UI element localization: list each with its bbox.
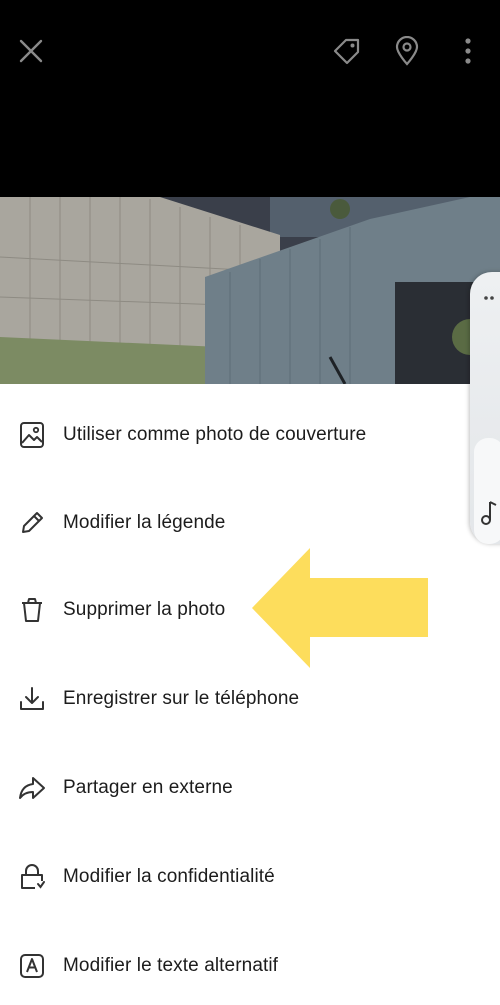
more-vertical-icon[interactable]	[451, 34, 485, 68]
menu-item-alt-text[interactable]: Modifier le texte alternatif	[0, 936, 470, 996]
close-icon[interactable]	[14, 34, 48, 68]
menu-item-share-external[interactable]: Partager en externe	[0, 758, 470, 818]
menu-item-label: Partager en externe	[63, 777, 233, 798]
options-sheet: Utiliser comme photo de couverture Modif…	[0, 384, 500, 1005]
alt-text-icon	[14, 948, 50, 984]
menu-item-privacy[interactable]: Modifier la confidentialité	[0, 847, 470, 907]
menu-item-cover-photo[interactable]: Utiliser comme photo de couverture	[0, 405, 470, 465]
menu-item-label: Modifier le texte alternatif	[63, 955, 279, 976]
menu-item-edit-caption[interactable]: Modifier la légende	[0, 493, 470, 553]
annotation-arrow-shape	[252, 548, 428, 668]
privacy-lock-icon	[14, 859, 50, 895]
photo-preview	[0, 197, 500, 384]
annotation-arrow	[252, 548, 428, 673]
menu-item-label: Modifier la légende	[63, 512, 226, 533]
menu-item-save-to-phone[interactable]: Enregistrer sur le téléphone	[0, 669, 470, 729]
menu-item-label: Enregistrer sur le téléphone	[63, 688, 300, 709]
share-arrow-icon	[14, 770, 50, 806]
menu-item-label: Utiliser comme photo de couverture	[63, 424, 367, 445]
tag-icon[interactable]	[330, 34, 364, 68]
edge-panel-handle[interactable]	[470, 272, 500, 544]
pencil-icon	[14, 505, 50, 541]
cover-photo-icon	[14, 417, 50, 453]
location-pin-icon[interactable]	[390, 34, 424, 68]
menu-item-label: Modifier la confidentialité	[63, 866, 275, 887]
top-bar	[0, 0, 500, 197]
trash-icon	[14, 592, 50, 628]
download-icon	[14, 681, 50, 717]
menu-item-label: Supprimer la photo	[63, 599, 226, 620]
